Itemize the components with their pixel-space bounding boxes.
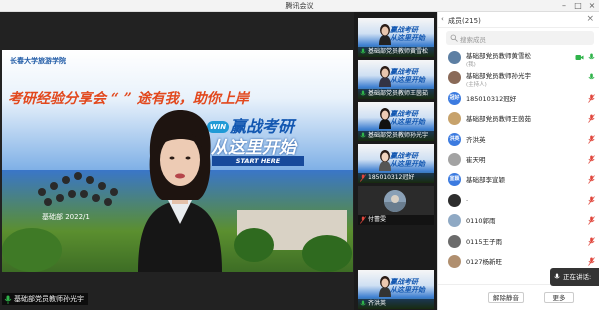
speaker-person xyxy=(138,110,222,272)
mic-muted-icon[interactable] xyxy=(588,175,595,185)
close-icon[interactable]: × xyxy=(586,14,594,24)
avatar xyxy=(448,153,461,166)
member-row[interactable]: 崔天明 xyxy=(438,150,599,170)
thumbnail-label: 基础部党员教师孙光宇 xyxy=(368,132,429,139)
thumbnail-label: 基础部党员教师王茵茹 xyxy=(368,90,429,97)
mic-on-icon[interactable] xyxy=(588,73,595,82)
members-panel: ‹ 成员(215) × 搜索成员 基础部党员教师黄雪松 (我) 基础部党员教师孙光宇… xyxy=(437,12,599,310)
mic-muted-icon[interactable] xyxy=(588,196,595,205)
thumbnail-video[interactable]: 赢战考研 从这里开始 基础部党员教师王茵茹 xyxy=(358,60,434,99)
member-name: 185010312冠好 xyxy=(466,94,517,103)
mic-muted-icon[interactable] xyxy=(588,257,595,266)
member-row[interactable]: 宣颖 基础部李宣颖 xyxy=(438,170,599,190)
avatar xyxy=(448,112,461,126)
avatar xyxy=(448,255,461,268)
school-logo-text: 长春大学旅游学院 xyxy=(10,57,66,65)
member-name: 崔天明 xyxy=(466,156,486,164)
avatar xyxy=(448,234,461,248)
tree-shape xyxy=(234,228,274,262)
avatar xyxy=(448,71,461,85)
thumbnail-video[interactable]: 赢战考研 从这里开始 185010312冠好 xyxy=(358,144,434,183)
title-bar: 腾讯会议 – □ × xyxy=(0,0,599,12)
member-role: (我) xyxy=(466,62,476,68)
mic-icon xyxy=(554,273,560,279)
mic-muted-icon[interactable] xyxy=(588,236,595,246)
mic-active-icon xyxy=(4,295,12,304)
thumbnail-video[interactable]: 赢战考研 从这里开始 齐洪英 xyxy=(358,270,434,309)
graduates-illustration xyxy=(32,168,118,208)
members-panel-footer: 解除静音 更多 xyxy=(438,284,599,310)
speaker-name-tag: 基础部党员教师孙光宇 xyxy=(2,293,88,305)
speaker-video[interactable]: 考研经验分享会 “ ” 途有我，助你上岸 长春大学旅游学院 WIN 赢战考研 从… xyxy=(2,50,353,272)
mic-muted-icon[interactable] xyxy=(588,155,595,164)
thumbnail-label: 185010312冠好 xyxy=(368,174,415,181)
member-row[interactable]: 基础部党员教师孙光宇 (主持人) xyxy=(438,68,599,88)
avatar xyxy=(384,190,406,212)
member-row[interactable]: 0110郭雨 xyxy=(438,211,599,231)
thumbnail-video[interactable]: 付蕾雯 xyxy=(358,186,434,225)
member-name: 0115王子雨 xyxy=(466,237,503,246)
avatar: 宣颖 xyxy=(448,173,461,187)
member-row[interactable]: 基础部党员教师王茵茹 xyxy=(438,109,599,129)
tree-shape xyxy=(302,235,352,272)
avatar: 冠好 xyxy=(448,91,461,105)
member-name: 基础部党员教师王茵茹 xyxy=(466,115,531,124)
more-button[interactable]: 更多 xyxy=(544,292,574,303)
member-name: 基础部党员教师孙光宇 xyxy=(466,72,531,81)
member-name: 基础部党员教师黄雪松 xyxy=(466,52,531,60)
member-row[interactable]: 0115王子雨 xyxy=(438,232,599,252)
mic-muted-icon[interactable] xyxy=(588,134,595,144)
main-video-area[interactable]: 考研经验分享会 “ ” 途有我，助你上岸 长春大学旅游学院 WIN 赢战考研 从… xyxy=(0,12,354,310)
mic-muted-icon[interactable] xyxy=(588,114,595,123)
search-placeholder: 搜索成员 xyxy=(460,36,486,44)
member-name: 齐洪英 xyxy=(466,135,486,144)
search-input[interactable]: 搜索成员 xyxy=(446,31,594,45)
close-icon[interactable]: × xyxy=(585,0,599,12)
mic-muted-icon[interactable] xyxy=(588,216,595,225)
search-icon xyxy=(450,34,458,42)
tree-shape xyxy=(2,228,62,272)
member-row[interactable]: 基础部党员教师黄雪松 (我) xyxy=(438,48,599,68)
member-name: 基础部李宣颖 xyxy=(466,176,505,185)
thumbnail-video[interactable]: 赢战考研 从这里开始 基础部党员教师孙光宇 xyxy=(358,102,434,141)
members-list[interactable]: 基础部党员教师黄雪松 (我) 基础部党员教师孙光宇 (主持人) 冠好 185010312冠… xyxy=(438,48,599,284)
member-row[interactable]: . xyxy=(438,191,599,211)
speaker-name: 基础部党员教师孙光宇 xyxy=(14,295,84,303)
members-panel-header: ‹ 成员(215) × xyxy=(438,12,599,28)
speaking-indicator: 正在讲话: xyxy=(550,268,599,286)
thumbnail-label: 齐洪英 xyxy=(368,300,387,307)
thumbnail-video[interactable]: 赢战考研 从这里开始 基础部党员教师黄雪松 xyxy=(358,18,434,57)
avatar xyxy=(448,51,461,64)
avatar: 洪英 xyxy=(448,132,461,146)
member-row[interactable]: 冠好 185010312冠好 xyxy=(438,89,599,109)
member-row[interactable]: 洪英 齐洪英 xyxy=(438,130,599,150)
member-name: . xyxy=(466,194,469,203)
mic-on-icon[interactable] xyxy=(588,53,595,62)
member-role: (主持人) xyxy=(466,82,487,89)
avatar xyxy=(448,214,461,228)
minimize-icon[interactable]: – xyxy=(557,0,571,12)
member-name: 0110郭雨 xyxy=(466,217,496,226)
camera-icon[interactable] xyxy=(575,54,584,61)
members-panel-title: 成员(215) xyxy=(448,17,481,25)
video-thumbnails[interactable]: 赢战考研 从这里开始 基础部党员教师黄雪松 赢战考研 从这里开始 基础部党员教师王茵… xyxy=(356,12,436,310)
chevron-left-icon[interactable]: ‹ xyxy=(441,15,444,23)
thumbnail-label: 付蕾雯 xyxy=(368,216,387,223)
mic-muted-icon[interactable] xyxy=(588,94,595,103)
thumbnail-label: 基础部党员教师黄雪松 xyxy=(368,48,429,55)
maximize-icon[interactable]: □ xyxy=(571,0,585,12)
unmute-all-button[interactable]: 解除静音 xyxy=(488,292,524,303)
avatar xyxy=(448,193,461,207)
speaking-label: 正在讲话: xyxy=(563,273,592,281)
slide-dept-date: 基础部 2022/1 xyxy=(42,213,90,221)
window-title: 腾讯会议 xyxy=(285,2,314,10)
member-name: 0127杨新旺 xyxy=(466,258,503,266)
